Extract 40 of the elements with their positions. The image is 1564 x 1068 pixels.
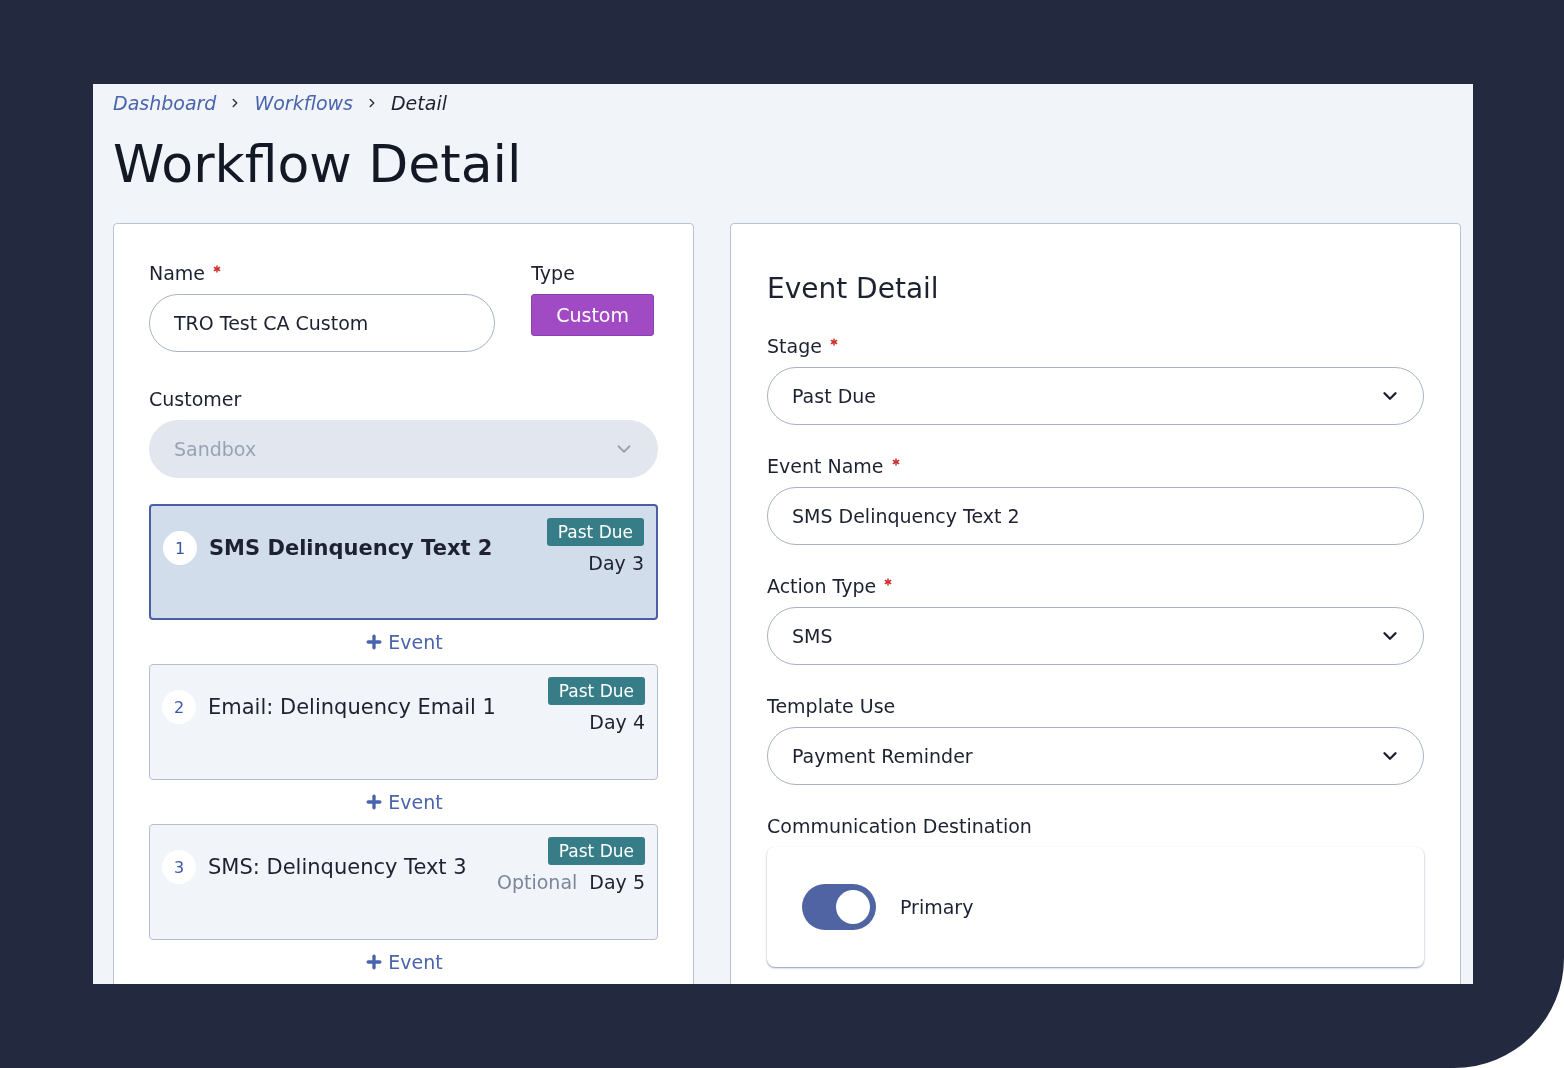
add-event-button[interactable]: Event (364, 951, 443, 974)
field-label: Stage (767, 335, 822, 358)
event-card[interactable]: 2 Email: Delinquency Email 1 Past Due Day 4 (149, 664, 658, 781)
field-label: Communication Destination (767, 815, 1032, 838)
type-tag: Custom (531, 294, 654, 337)
add-event-button[interactable]: Event (364, 631, 443, 654)
field-label: Customer (149, 388, 242, 411)
text-input[interactable]: SMS Delinquency Text 2 (767, 487, 1424, 546)
toggle-switch[interactable] (802, 884, 876, 931)
field-label: Event Name (767, 455, 884, 478)
dropdown-select[interactable]: Payment Reminder (767, 727, 1424, 786)
optional-label: Optional (497, 871, 578, 894)
field-label: Type (531, 262, 575, 285)
event-title: SMS Delinquency Text 2 (209, 536, 493, 561)
section-title: Event Detail (767, 272, 940, 306)
breadcrumb-link[interactable]: Dashboard (113, 92, 217, 114)
event-card[interactable]: 3 SMS: Delinquency Text 3 Past Due Optional Day 5 (149, 824, 658, 941)
event-day: Day 5 (589, 871, 645, 894)
breadcrumb-link[interactable]: Workflows (254, 92, 353, 114)
event-day: Day 4 (589, 711, 645, 734)
event-title: Email: Delinquency Email 1 (208, 695, 496, 720)
event-card[interactable]: 1 SMS Delinquency Text 2 Past Due Day 3 (149, 504, 658, 621)
field-label: Name (149, 262, 206, 285)
field-label: Action Type (767, 575, 877, 598)
event-day: Day 3 (588, 552, 644, 575)
stage-tag: Past Due (547, 677, 645, 706)
stage-tag: Past Due (547, 837, 645, 866)
field-label: Template Use (767, 695, 896, 718)
toggle-label: Primary (900, 896, 974, 919)
add-event-button[interactable]: Event (364, 791, 443, 814)
name-input[interactable]: TRO Test CA Custom (149, 294, 495, 353)
dropdown-select[interactable]: Past Due (767, 367, 1424, 426)
stage-tag: Past Due (546, 518, 644, 547)
event-title: SMS: Delinquency Text 3 (208, 855, 467, 880)
page-title: Workflow Detail (113, 136, 523, 194)
dropdown-select[interactable]: SMS (767, 607, 1424, 666)
event-number: 1 (163, 531, 197, 566)
breadcrumb-current: Detail (391, 92, 447, 114)
event-number: 3 (162, 850, 196, 885)
event-number: 2 (162, 690, 196, 725)
